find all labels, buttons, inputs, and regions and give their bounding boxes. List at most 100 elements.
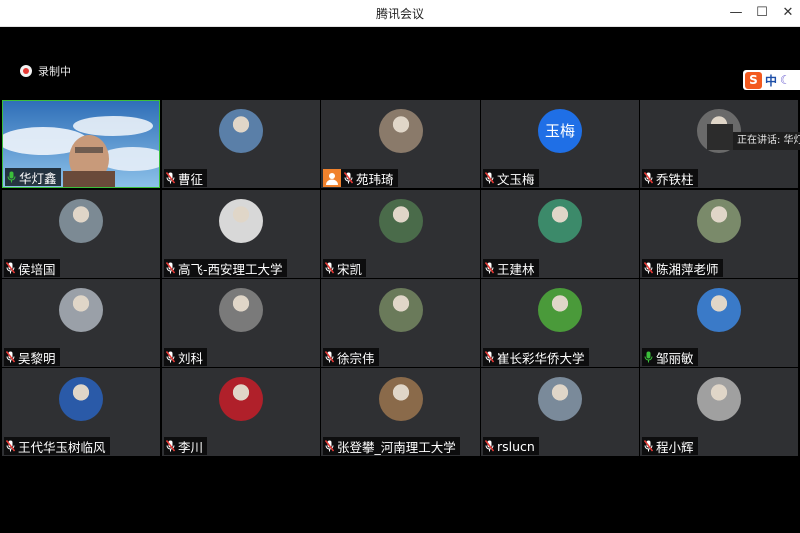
- participant-name: 苑玮琦: [356, 171, 394, 187]
- mic-muted-icon: [644, 440, 653, 452]
- participant-name: 崔长彩华侨大学: [497, 350, 585, 366]
- name-tag: 陈湘萍老师: [642, 259, 723, 277]
- mic-muted-icon: [6, 440, 15, 452]
- participant-name: 曹征: [178, 171, 204, 187]
- participant-tile[interactable]: 李川: [162, 368, 320, 456]
- participant-name: 陈湘萍老师: [656, 261, 719, 277]
- participant-name: 乔铁柱: [656, 171, 694, 187]
- participant-name: 邹丽敏: [656, 350, 694, 366]
- name-tag: 侯培国: [4, 259, 60, 277]
- speaker-mic-icon: [707, 124, 733, 150]
- maximize-button[interactable]: ☐: [748, 2, 776, 24]
- avatar: [538, 288, 582, 332]
- mic-on-icon: [644, 351, 653, 363]
- participant-name: rslucn: [497, 438, 535, 454]
- participant-tile[interactable]: 张登攀_河南理工大学: [321, 368, 480, 456]
- avatar: [697, 377, 741, 421]
- avatar: [378, 109, 423, 153]
- participant-tile[interactable]: 刘科: [162, 279, 320, 367]
- participant-tile[interactable]: 高飞-西安理工大学: [162, 190, 320, 278]
- recording-indicator[interactable]: 录制中: [20, 63, 71, 79]
- participant-name: 王代华玉树临风: [18, 439, 106, 455]
- participant-tile[interactable]: 侯培国: [2, 190, 160, 278]
- name-tag: 吴黎明: [4, 348, 60, 366]
- participant-name: 王建林: [497, 261, 535, 277]
- mic-muted-icon: [325, 262, 334, 274]
- mic-muted-icon: [485, 351, 494, 363]
- mic-muted-icon: [644, 262, 653, 274]
- record-icon: [20, 65, 32, 77]
- ime-toolbar[interactable]: S 中 ☾: [743, 70, 800, 90]
- mic-on-icon: [7, 171, 16, 183]
- avatar: [59, 199, 103, 243]
- mic-muted-icon: [166, 440, 175, 452]
- avatar: 玉梅: [538, 109, 582, 153]
- mic-muted-icon: [6, 351, 15, 363]
- name-tag: rslucn: [483, 437, 539, 455]
- name-tag: 张登攀_河南理工大学: [323, 437, 460, 455]
- name-tag: 宋凯: [323, 259, 367, 277]
- name-tag: 崔长彩华侨大学: [483, 348, 589, 366]
- mic-muted-icon: [644, 172, 653, 184]
- participant-tile[interactable]: 苑玮琦: [321, 100, 480, 188]
- avatar: [219, 288, 263, 332]
- participant-name: 吴黎明: [18, 350, 56, 366]
- moon-icon[interactable]: ☾: [780, 73, 791, 87]
- mic-muted-icon: [344, 172, 353, 184]
- name-tag: 邹丽敏: [642, 348, 698, 366]
- participant-tile[interactable]: 吴黎明: [2, 279, 160, 367]
- mic-muted-icon: [6, 262, 15, 274]
- mic-muted-icon: [166, 262, 175, 274]
- participant-tile[interactable]: rslucn: [481, 368, 639, 456]
- recording-label: 录制中: [38, 65, 71, 78]
- participant-name: 宋凯: [337, 261, 363, 277]
- participant-tile[interactable]: 玉梅文玉梅: [481, 100, 639, 188]
- participant-tile[interactable]: 程小辉: [640, 368, 798, 456]
- participant-tile[interactable]: 曹征: [162, 100, 320, 188]
- name-tag: 华灯鑫: [5, 168, 61, 186]
- minimize-button[interactable]: —: [722, 2, 750, 24]
- participant-tile[interactable]: 邹丽敏: [640, 279, 798, 367]
- avatar: [59, 288, 103, 332]
- participant-tile[interactable]: 徐宗伟: [321, 279, 480, 367]
- avatar: [219, 377, 263, 421]
- mic-muted-icon: [325, 440, 334, 452]
- name-tag: 刘科: [164, 348, 208, 366]
- participant-tile[interactable]: 陈湘萍老师: [640, 190, 798, 278]
- name-tag: 文玉梅: [483, 169, 539, 187]
- avatar: [219, 199, 263, 243]
- participant-tile[interactable]: 宋凯: [321, 190, 480, 278]
- mic-muted-icon: [166, 172, 175, 184]
- avatar: [697, 199, 741, 243]
- participant-tile[interactable]: 王建林: [481, 190, 639, 278]
- ime-mode[interactable]: 中: [765, 72, 777, 89]
- participant-name: 高飞-西安理工大学: [178, 261, 283, 277]
- participant-name: 侯培国: [18, 261, 56, 277]
- participant-name: 刘科: [178, 350, 204, 366]
- avatar: [378, 377, 423, 421]
- participant-tile[interactable]: 王代华玉树临风: [2, 368, 160, 456]
- name-tag: 乔铁柱: [642, 169, 698, 187]
- name-tag: 徐宗伟: [323, 348, 379, 366]
- window-title: 腾讯会议: [375, 7, 424, 21]
- participant-tile[interactable]: 崔长彩华侨大学: [481, 279, 639, 367]
- mic-muted-icon: [325, 351, 334, 363]
- name-tag: 王代华玉树临风: [4, 437, 110, 455]
- avatar: [219, 109, 263, 153]
- avatar: [378, 288, 423, 332]
- mic-muted-icon: [485, 172, 494, 184]
- avatar: [697, 288, 741, 332]
- host-icon: [323, 169, 341, 187]
- participant-tile[interactable]: 华灯鑫: [2, 100, 160, 188]
- avatar: [59, 377, 103, 421]
- participant-name: 程小辉: [656, 439, 694, 455]
- participant-name: 文玉梅: [497, 171, 535, 187]
- close-button[interactable]: ✕: [774, 2, 800, 24]
- name-tag: 李川: [164, 437, 208, 455]
- participant-name: 徐宗伟: [337, 350, 375, 366]
- participant-name: 李川: [178, 439, 204, 455]
- mic-muted-icon: [166, 351, 175, 363]
- mic-muted-icon: [485, 440, 494, 452]
- avatar: [538, 199, 582, 243]
- name-tag: 高飞-西安理工大学: [164, 259, 287, 277]
